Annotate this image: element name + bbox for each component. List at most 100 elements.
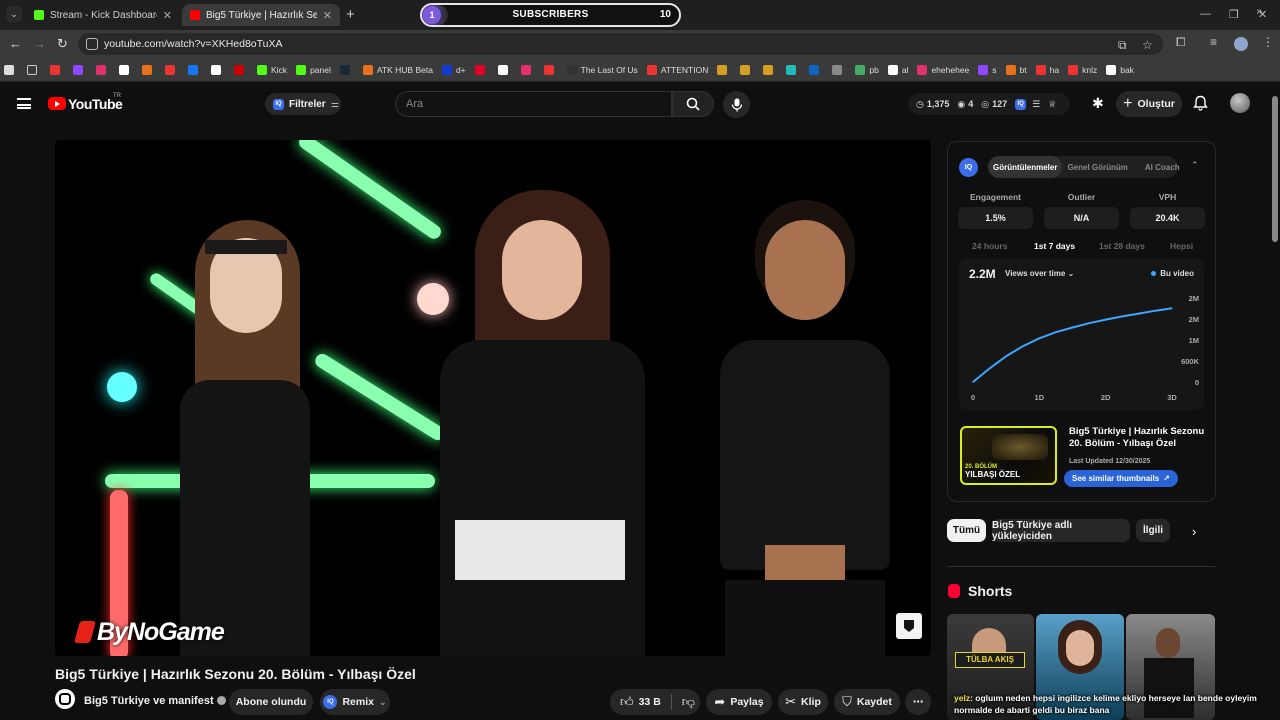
bookmark-item[interactable] [165, 64, 179, 75]
site-info-icon[interactable] [86, 38, 98, 50]
bookmark-item[interactable]: ehehehee [917, 64, 969, 75]
tab-search-button[interactable]: ⌄ [6, 6, 22, 22]
address-bar[interactable]: youtube.com/watch?v=XKHed8oTuXA ⧉ ☆ [78, 33, 1163, 55]
forward-icon[interactable]: → [33, 36, 46, 51]
bookmark-item[interactable]: al [887, 64, 908, 75]
bookmark-item[interactable] [832, 64, 846, 75]
bookmark-item[interactable] [520, 64, 535, 75]
voice-search-button[interactable] [723, 91, 750, 118]
tab-groups-icon[interactable] [27, 64, 41, 75]
bookmark-item[interactable]: bak [1106, 64, 1134, 75]
channel-avatar[interactable] [55, 689, 75, 709]
range-all[interactable]: Hepsi [1170, 241, 1193, 251]
more-actions-button[interactable]: ⋯ [905, 689, 931, 715]
vidiq-stats-pill[interactable]: ◷ 1,375 ◉ 4 ◎ 127 IQ ☰ ♕ [908, 93, 1070, 115]
bookmark-item[interactable]: bt [1005, 64, 1027, 75]
chip-all[interactable]: Tümü [947, 519, 986, 542]
share-button[interactable]: ➦ Paylaş [706, 689, 772, 715]
range-first-28-days[interactable]: 1st 28 days [1099, 241, 1145, 251]
thumbnail-badge-line2: YILBAŞI ÖZEL [965, 470, 1021, 479]
chevron-up-icon[interactable]: ⌃ [1191, 160, 1199, 171]
search-button[interactable] [672, 91, 714, 117]
bookmark-item[interactable]: d+ [441, 64, 466, 75]
bookmark-item[interactable] [717, 64, 731, 75]
like-icon[interactable]: 👍︎ [620, 694, 634, 710]
new-tab-button[interactable]: + [346, 6, 355, 23]
notifications-bell-icon[interactable] [1193, 95, 1208, 114]
bookmark-item[interactable] [234, 64, 248, 75]
clip-button[interactable]: ✂ Klip [778, 689, 828, 715]
bookmark-item[interactable]: knlz [1068, 64, 1097, 75]
bookmark-item[interactable] [188, 64, 202, 75]
range-24-hours[interactable]: 24 hours [972, 241, 1007, 251]
bookmark-item[interactable] [142, 64, 156, 75]
bookmark-star-icon[interactable]: ☆ [1142, 38, 1153, 52]
bookmark-item[interactable] [339, 64, 354, 75]
browser-tab-kick[interactable]: Stream - Kick Dashboard ✕ [26, 4, 180, 26]
dislike-icon[interactable]: 👎︎ [682, 694, 695, 710]
channel-branding-button[interactable] [896, 613, 922, 639]
chip-related[interactable]: İlgili [1136, 519, 1170, 542]
chip-from-uploader[interactable]: Big5 Türkiye adlı yükleyiciden [992, 519, 1130, 542]
remix-button[interactable]: IQ Remix ⌄ [320, 689, 390, 715]
tab-overview[interactable]: Genel Görünüm [1062, 156, 1132, 178]
back-icon[interactable]: ← [9, 36, 22, 51]
bookmark-item[interactable] [211, 64, 225, 75]
bookmark-item[interactable] [543, 64, 558, 75]
bookmark-item[interactable]: ATK HUB Beta [362, 64, 433, 75]
range-first-7-days[interactable]: 1st 7 days [1034, 241, 1075, 251]
bookmark-item[interactable] [497, 64, 512, 75]
apps-icon[interactable] [4, 64, 18, 75]
search-input[interactable] [406, 98, 646, 110]
bookmark-item[interactable] [740, 64, 754, 75]
filters-button[interactable]: IQ Filtreler ⚌ [265, 93, 341, 115]
profile-avatar[interactable] [1234, 37, 1248, 51]
maximize-icon[interactable]: ❐ [1229, 8, 1239, 21]
minimize-icon[interactable]: — [1200, 8, 1211, 20]
bookmark-item[interactable] [763, 64, 777, 75]
see-similar-thumbnails-button[interactable]: See similar thumbnails ↗ [1064, 470, 1178, 487]
youtube-logo-icon[interactable] [48, 97, 66, 110]
video-thumbnail[interactable]: 20. BÖLÜM YILBAŞI ÖZEL [960, 426, 1057, 485]
extensions-icon[interactable]: ⧠ [1176, 35, 1186, 50]
bookmark-item[interactable]: s [978, 64, 997, 75]
chevron-right-icon[interactable]: › [1192, 524, 1196, 539]
bookmark-item[interactable] [786, 64, 800, 75]
bookmark-item[interactable] [73, 64, 87, 75]
bookmark-item[interactable] [809, 64, 823, 75]
tab-ai-coach[interactable]: AI Coach [1133, 156, 1185, 178]
bookmark-item[interactable]: The Last Of Us [566, 64, 638, 75]
tab-views[interactable]: Görüntülenmeler [988, 156, 1063, 178]
search-field[interactable] [395, 91, 672, 117]
create-button[interactable]: + Oluştur [1116, 91, 1182, 117]
studio-gear-icon[interactable]: ✱ [1092, 95, 1104, 112]
media-control-icon[interactable]: ≡ [1210, 35, 1217, 49]
video-player[interactable]: ByNoGame [55, 140, 931, 656]
close-tab-icon[interactable]: ✕ [163, 9, 172, 22]
url-text[interactable]: youtube.com/watch?v=XKHed8oTuXA [104, 38, 283, 50]
save-button[interactable]: ⛉ Kaydet [834, 689, 900, 715]
browser-tab-youtube[interactable]: Big5 Türkiye | Hazırlık Sezonu 2 ✕ [182, 4, 340, 26]
bookmark-item[interactable]: ATTENTION [646, 64, 708, 75]
bookmark-item[interactable]: Kick [257, 64, 287, 75]
account-avatar[interactable] [1230, 93, 1250, 113]
close-tab-icon[interactable]: ✕ [323, 9, 332, 22]
channel-name-text[interactable]: Big5 Türkiye ve manifest [84, 695, 214, 707]
page-scrollbar[interactable] [1272, 96, 1278, 242]
channel-name[interactable]: Big5 Türkiye ve manifest [84, 695, 226, 707]
bookmark-item[interactable]: ha [1035, 64, 1059, 75]
like-count[interactable]: 33 B [639, 696, 661, 708]
bookmark-item[interactable] [96, 64, 110, 75]
subscribed-button[interactable]: Abone olundu [229, 689, 313, 715]
cast-icon[interactable]: ⧉ [1118, 38, 1127, 53]
reload-icon[interactable]: ↻ [57, 36, 68, 52]
bookmark-item[interactable] [50, 64, 64, 75]
menu-kebab-icon[interactable]: ⋮ [1262, 35, 1274, 49]
bookmark-item[interactable] [474, 64, 489, 75]
more-bookmarks-icon[interactable]: » [1256, 6, 1262, 17]
bookmark-item[interactable]: pb [855, 64, 879, 75]
bookmark-item[interactable]: panel [296, 64, 331, 75]
bookmark-item[interactable] [119, 64, 133, 75]
menu-icon[interactable] [17, 98, 31, 109]
series-point [1105, 319, 1107, 321]
